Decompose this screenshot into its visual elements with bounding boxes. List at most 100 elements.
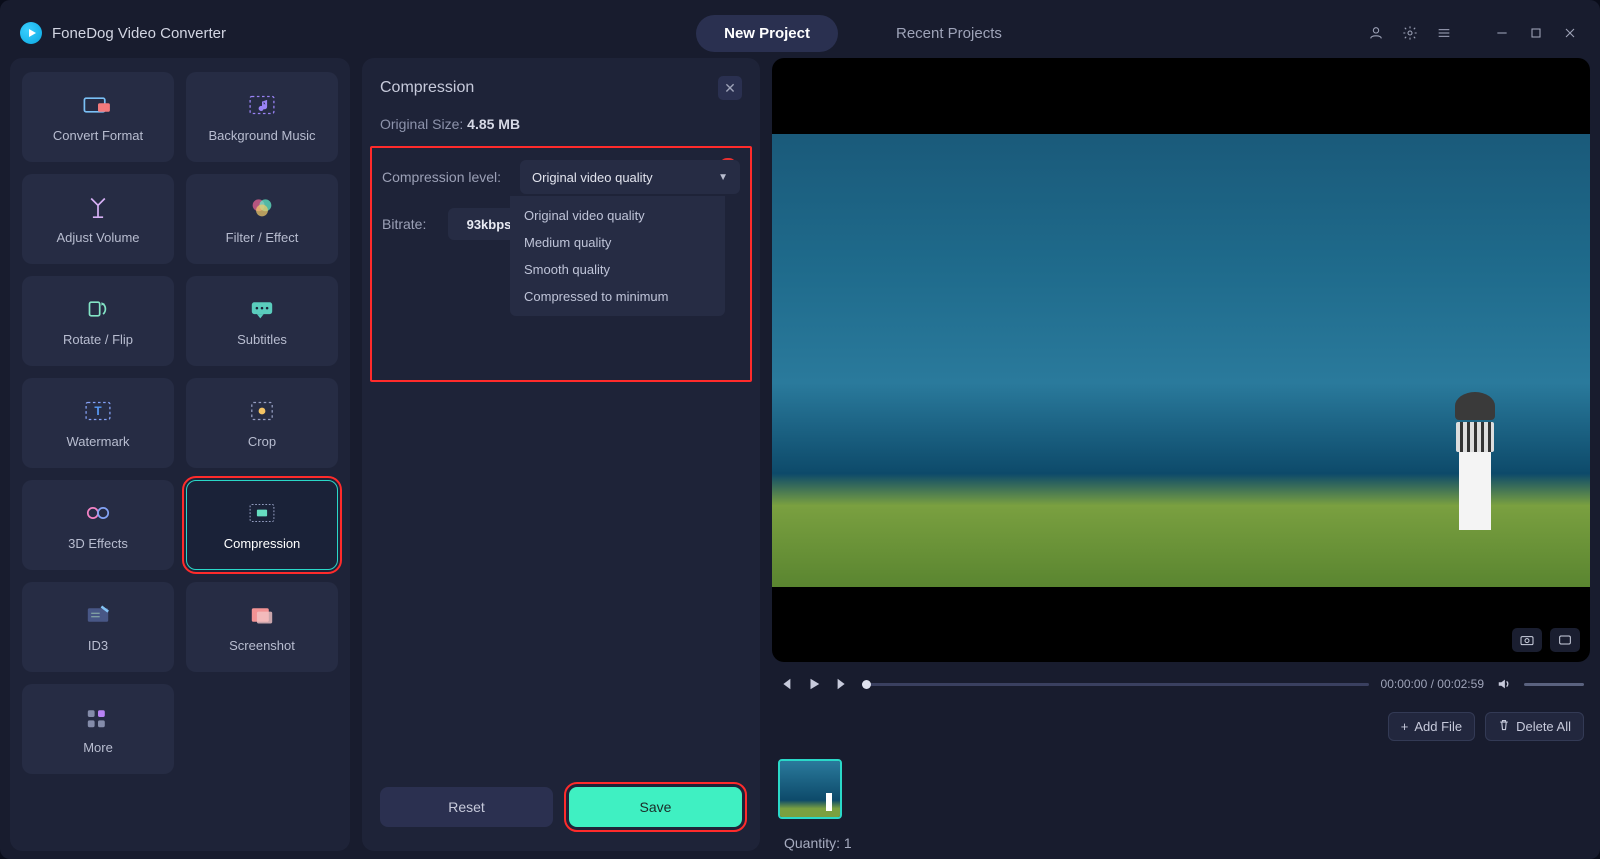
compression-level-label: Compression level: [382,169,510,185]
tool-label: 3D Effects [68,536,128,551]
crop-icon [245,398,279,424]
progress-bar[interactable] [862,683,1369,686]
preview-panel: 00:00:00 / 00:02:59 + Add File Delete Al… [772,58,1590,851]
compression-level-select[interactable]: Original video quality ▼ [520,160,740,194]
convert-format-icon [81,92,115,118]
tool-label: Background Music [209,128,316,143]
save-button[interactable]: Save [569,787,742,827]
quantity-row: Quantity: 1 [772,829,1590,851]
plus-icon: + [1401,719,1409,734]
three-d-effects-icon [81,500,115,526]
save-label: Save [640,799,672,815]
tool-convert-format[interactable]: Convert Format [22,72,174,162]
tool-rotate-flip[interactable]: Rotate / Flip [22,276,174,366]
tool-label: Compression [224,536,301,551]
trash-icon [1498,719,1510,734]
playback-bar: 00:00:00 / 00:02:59 [772,672,1590,698]
dropdown-option[interactable]: Original video quality [510,202,725,229]
menu-icon[interactable] [1434,23,1454,43]
thumbnail-strip [772,751,1590,819]
window-controls [1366,23,1580,43]
titlebar: FoneDog Video Converter New Project Rece… [10,8,1590,58]
tool-label: Convert Format [53,128,143,143]
add-file-button[interactable]: + Add File [1388,712,1475,741]
tool-adjust-volume[interactable]: Adjust Volume [22,174,174,264]
account-icon[interactable] [1366,23,1386,43]
next-button[interactable] [834,676,850,692]
compression-dropdown: Original video quality Medium quality Sm… [510,196,725,316]
video-player [772,58,1590,662]
tool-panel: Convert Format Background Music Adjust V… [10,58,350,851]
tool-label: Crop [248,434,276,449]
step-3-highlight: 3 Save [569,787,742,827]
panel-close-button[interactable]: ✕ [718,76,742,100]
file-actions: + Add File Delete All [772,708,1590,741]
quantity-value: 1 [844,835,852,851]
timecode: 00:00:00 / 00:02:59 [1381,677,1484,691]
maximize-icon[interactable] [1526,23,1546,43]
compression-icon [245,500,279,526]
tab-group: New Project Recent Projects [360,15,1366,52]
original-size-row: Original Size: 4.85 MB [380,116,742,132]
background-music-icon [245,92,279,118]
tool-label: ID3 [88,638,108,653]
bitrate-value: 93kbps [467,217,512,232]
tool-more[interactable]: More [22,684,174,774]
tool-label: More [83,740,113,755]
lighthouse-graphic [1450,392,1500,532]
tool-subtitles[interactable]: Subtitles [186,276,338,366]
dropdown-option[interactable]: Medium quality [510,229,725,256]
tool-label: Subtitles [237,332,287,347]
step-1-highlight: 1 Compression [186,480,338,570]
tool-label: Screenshot [229,638,295,653]
app-window: FoneDog Video Converter New Project Rece… [0,0,1600,859]
tool-compression[interactable]: Compression [186,480,338,570]
tool-label: Watermark [66,434,129,449]
close-icon[interactable] [1560,23,1580,43]
tool-3d-effects[interactable]: 3D Effects [22,480,174,570]
tool-filter-effect[interactable]: Filter / Effect [186,174,338,264]
reset-button[interactable]: Reset [380,787,553,827]
video-frame[interactable] [772,134,1590,587]
settings-panel: Compression ✕ Original Size: 4.85 MB 2 C… [362,58,760,851]
volume-slider[interactable] [1524,683,1584,686]
gear-icon[interactable] [1400,23,1420,43]
subtitles-icon [245,296,279,322]
volume-icon[interactable] [1496,676,1512,692]
app-title: FoneDog Video Converter [52,25,226,42]
tab-recent-projects[interactable]: Recent Projects [868,15,1030,52]
play-button[interactable] [806,676,822,692]
app-logo-icon [20,22,42,44]
panel-title: Compression [380,79,474,97]
delete-all-label: Delete All [1516,719,1571,734]
tool-watermark[interactable]: T Watermark [22,378,174,468]
step-2-highlight: 2 Compression level: Original video qual… [370,146,752,382]
logo-area: FoneDog Video Converter [20,22,360,44]
bitrate-label: Bitrate: [382,216,438,232]
tool-crop[interactable]: Crop [186,378,338,468]
reset-label: Reset [448,799,485,815]
id3-icon [81,602,115,628]
quantity-label: Quantity: [784,835,840,851]
dropdown-option[interactable]: Smooth quality [510,256,725,283]
filter-effect-icon [245,194,279,220]
capture-frame-button[interactable] [1512,628,1542,652]
tool-label: Filter / Effect [226,230,299,245]
prev-button[interactable] [778,676,794,692]
tool-screenshot[interactable]: Screenshot [186,582,338,672]
tool-background-music[interactable]: Background Music [186,72,338,162]
svg-text:T: T [94,404,102,418]
tool-id3[interactable]: ID3 [22,582,174,672]
chevron-down-icon: ▼ [718,172,728,183]
watermark-icon: T [81,398,115,424]
minimize-icon[interactable] [1492,23,1512,43]
select-value: Original video quality [532,170,653,185]
rotate-flip-icon [81,296,115,322]
dropdown-option[interactable]: Compressed to minimum [510,283,725,310]
thumbnail-item[interactable] [778,759,842,819]
tool-label: Rotate / Flip [63,332,133,347]
fullscreen-button[interactable] [1550,628,1580,652]
adjust-volume-icon [81,194,115,220]
delete-all-button[interactable]: Delete All [1485,712,1584,741]
tab-new-project[interactable]: New Project [696,15,838,52]
